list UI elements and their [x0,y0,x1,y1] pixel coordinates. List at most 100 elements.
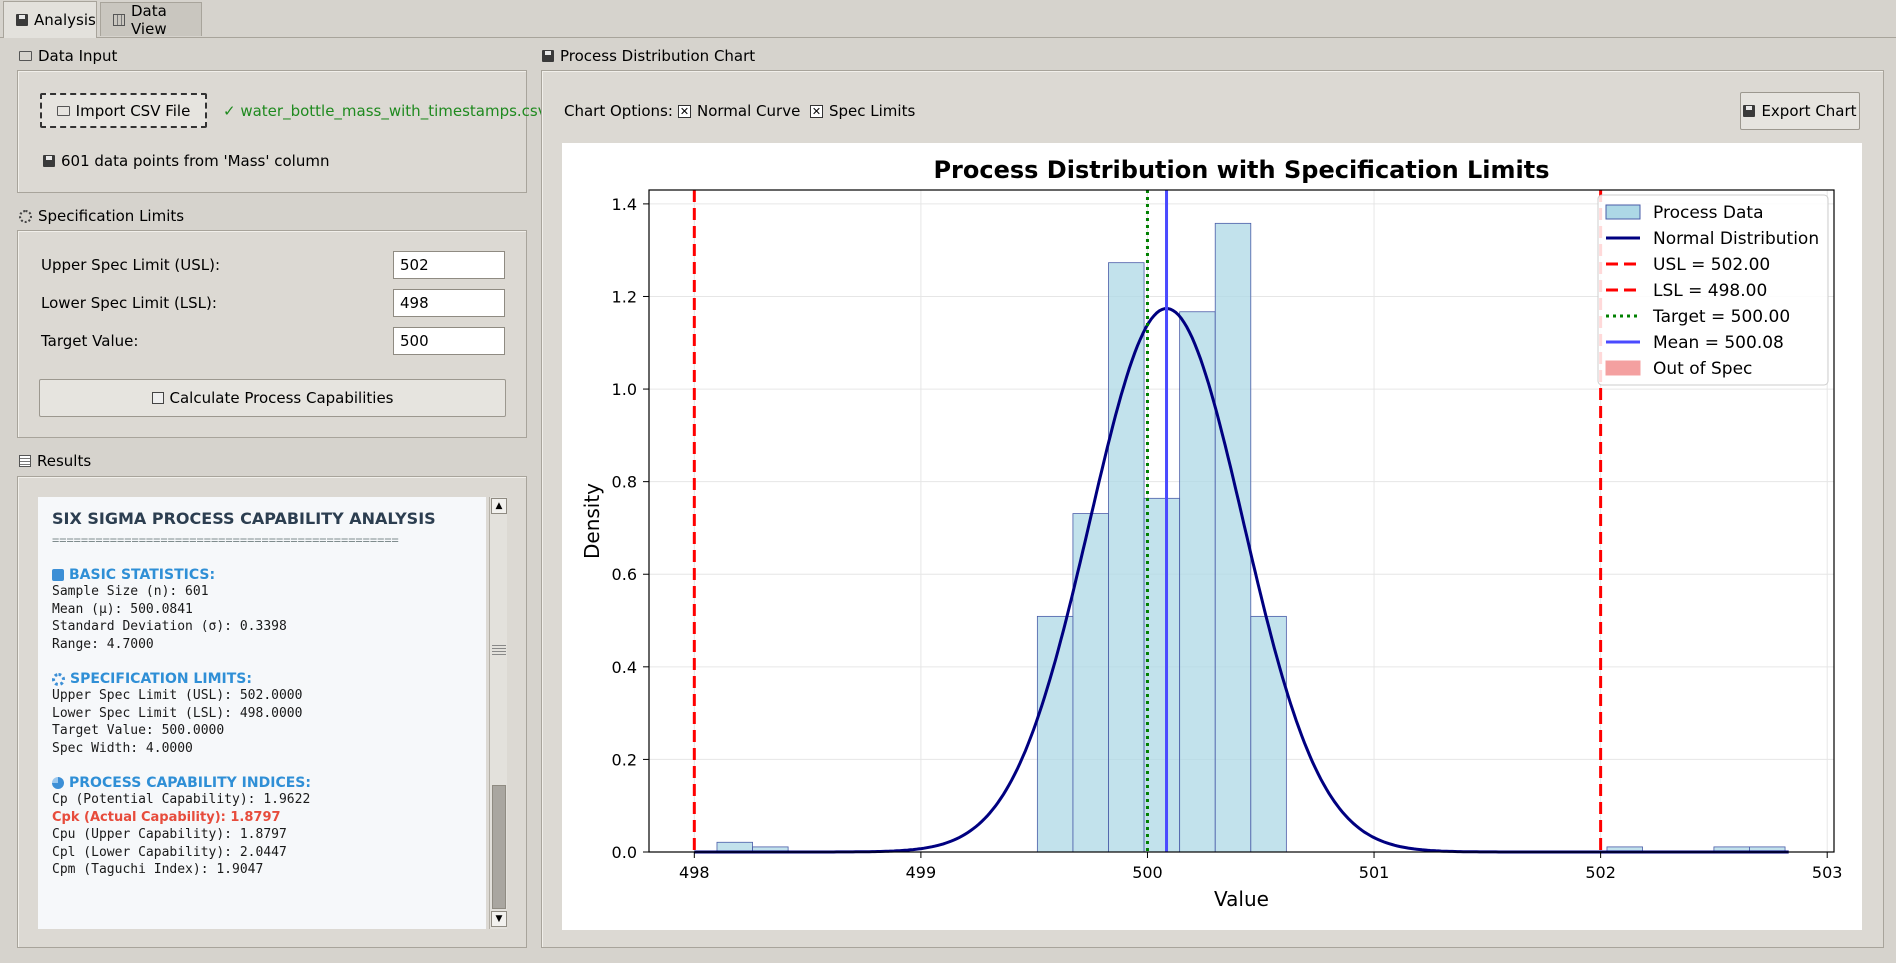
gear-icon [52,672,65,686]
export-chart-button-label: Export Chart [1761,102,1857,120]
basic-line: Sample Size (n): 601 [52,584,209,599]
legend-label: Mean = 500.08 [1653,333,1784,353]
histogram-bar [1108,262,1145,853]
spec-line: Upper Spec Limit (USL): 502.0000 [52,688,303,703]
histogram-bar [1143,497,1181,853]
chart-icon [43,155,55,167]
legend-label: Out of Spec [1653,359,1752,379]
gear-icon [19,209,32,223]
spec-line: Target Value: 500.0000 [52,723,225,738]
file-status: ✓ water_bottle_mass_with_timestamps.csv [223,102,547,120]
scroll-up-icon[interactable]: ▲ [491,498,507,514]
table-icon [113,13,125,26]
x-tick-label: 499 [906,863,937,882]
basic-line: Standard Deviation (σ): 0.3398 [52,619,287,634]
chart-icon [16,14,28,26]
normal-curve-label: Normal Curve [697,102,801,120]
legend-label: USL = 502.00 [1653,255,1770,275]
x-tick-label: 502 [1585,863,1616,882]
legend-label: LSL = 498.00 [1653,281,1767,301]
chart-title: Process Distribution with Specification … [933,156,1549,184]
results-title-text: Results [37,452,92,470]
export-chart-button[interactable]: Export Chart [1740,92,1860,130]
y-tick-label: 1.4 [612,195,637,214]
folder-icon [19,51,32,61]
y-tick-label: 0.8 [612,473,637,492]
distribution-chart: 498 499 500 501 502 503 0.0 0.2 0.4 0.6 0.8 1.0 1.2 1… [580,156,1843,911]
lsl-label: Lower Spec Limit (LSL): [41,294,217,312]
basic-stats-heading: BASIC STATISTICS: [52,567,472,583]
usl-input[interactable] [393,251,505,279]
import-csv-button[interactable]: Import CSV File [40,93,207,128]
y-tick-label: 1.0 [612,380,637,399]
y-tick-label: 1.2 [612,287,637,306]
calculator-icon [151,392,164,404]
import-csv-button-label: Import CSV File [75,101,191,120]
legend-label: Target = 500.00 [1652,307,1790,327]
folder-open-icon [56,105,70,116]
tab-analysis[interactable]: Analysis [3,1,97,38]
spec-limits-checkbox-label: Spec Limits [829,102,916,120]
save-icon [1743,105,1756,117]
spec-limits-checkbox[interactable]: ✕ Spec Limits [810,102,915,120]
capability-heading-text: PROCESS CAPABILITY INDICES: [69,775,311,791]
data-input-title: Data Input [19,47,117,65]
spec-line: Lower Spec Limit (LSL): 498.0000 [52,705,303,721]
basic-line: Mean (μ): 500.0841 [52,601,193,617]
target-input[interactable] [393,327,505,355]
pie-chart-icon [52,777,64,789]
clipboard-icon [19,455,31,467]
data-input-group [17,70,527,193]
y-tick-label: 0.6 [612,565,637,584]
tab-data-view[interactable]: Data View [100,1,202,38]
results-heading: SIX SIGMA PROCESS CAPABILITY ANALYSIS [52,509,436,528]
x-tick-label: 501 [1359,863,1390,882]
capability-heading: PROCESS CAPABILITY INDICES: [52,775,472,791]
tab-data-view-label: Data View [131,1,167,38]
y-tick-label: 0.4 [612,658,637,677]
chart-icon [52,569,64,581]
chart-panel-title: Process Distribution Chart [542,47,755,65]
legend-swatch [1605,360,1641,376]
cap-line-cp: Cp (Potential Capability): 1.9622 [52,792,311,807]
spec-line: Spec Width: 4.0000 [52,740,193,756]
normal-curve-checkbox[interactable]: ✕ Normal Curve [678,102,800,120]
basic-stats-heading-text: BASIC STATISTICS: [69,567,216,583]
chart-options-label: Chart Options: [564,102,673,120]
points-note: 601 data points from 'Mass' column [43,152,329,170]
histogram-bar [1250,615,1287,853]
tab-analysis-label: Analysis [34,11,96,29]
spec-limits-title-text: Specification Limits [38,207,185,225]
chart-canvas: 498 499 500 501 502 503 0.0 0.2 0.4 0.6 0.8 1.0 1.2 1… [562,143,1862,930]
spec-limits-heading: SPECIFICATION LIMITS: [52,671,472,687]
results-scrollbar[interactable]: ▲ ▼ [489,497,507,929]
spec-limits-title: Specification Limits [19,207,184,225]
scroll-thumb[interactable] [492,785,506,909]
calculate-button-label: Calculate Process Capabilities [169,389,394,407]
cap-line: Cpl (Lower Capability): 2.0447 [52,844,287,860]
legend-label: Process Data [1653,203,1763,223]
cap-line: Cpm (Taguchi Index): 1.9047 [52,862,264,877]
tab-bar: Analysis Data View [0,0,1896,38]
results-title: Results [19,452,91,470]
lsl-input[interactable] [393,289,505,317]
calculate-button[interactable]: Calculate Process Capabilities [39,379,506,417]
chart-icon [542,50,554,62]
data-input-title-text: Data Input [38,47,118,65]
x-axis-label: Value [1214,887,1269,911]
basic-line: Range: 4.7000 [52,636,154,652]
y-axis-label: Density [580,483,604,559]
checkbox-checked-icon: ✕ [678,104,691,118]
cap-line-cpk: Cpk (Actual Capability): 1.8797 [52,809,281,825]
results-rule: ========================================… [52,533,399,547]
legend-swatch [1605,204,1641,220]
scroll-grip-icon [492,645,506,655]
points-note-text: 601 data points from 'Mass' column [61,152,330,170]
results-text[interactable]: SIX SIGMA PROCESS CAPABILITY ANALYSIS ==… [38,497,486,929]
x-tick-label: 500 [1132,863,1163,882]
spec-limits-heading-text: SPECIFICATION LIMITS: [70,671,252,687]
usl-label: Upper Spec Limit (USL): [41,256,221,274]
chart-panel-title-text: Process Distribution Chart [560,47,756,65]
x-tick-label: 503 [1812,863,1843,882]
scroll-down-icon[interactable]: ▼ [491,911,507,927]
